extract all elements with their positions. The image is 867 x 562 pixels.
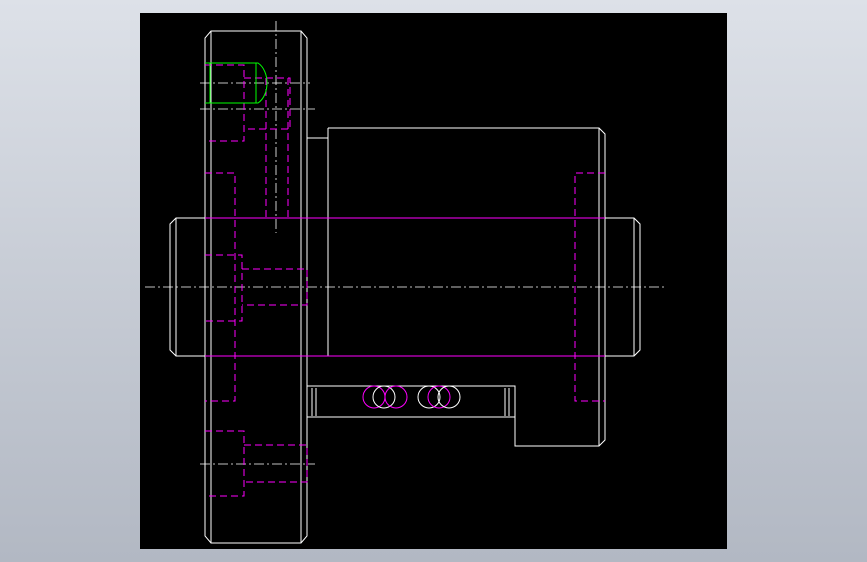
centerlines xyxy=(145,21,665,465)
pin-circle-3 xyxy=(384,385,408,409)
pin-circle-5 xyxy=(427,385,451,409)
slot-outline xyxy=(307,385,516,418)
pin-circle-6 xyxy=(437,385,461,409)
pin-circle-2 xyxy=(372,385,396,409)
slot-pins xyxy=(362,385,461,409)
bottom-step-hidden xyxy=(244,444,308,483)
pin-circle-1 xyxy=(362,385,386,409)
flange-hidden-features xyxy=(205,64,605,497)
pin-circle-4 xyxy=(417,385,441,409)
neck xyxy=(307,137,329,356)
neck-outline xyxy=(307,137,329,356)
cad-drawing-viewport[interactable] xyxy=(140,13,727,549)
bottom-slot xyxy=(307,385,516,418)
